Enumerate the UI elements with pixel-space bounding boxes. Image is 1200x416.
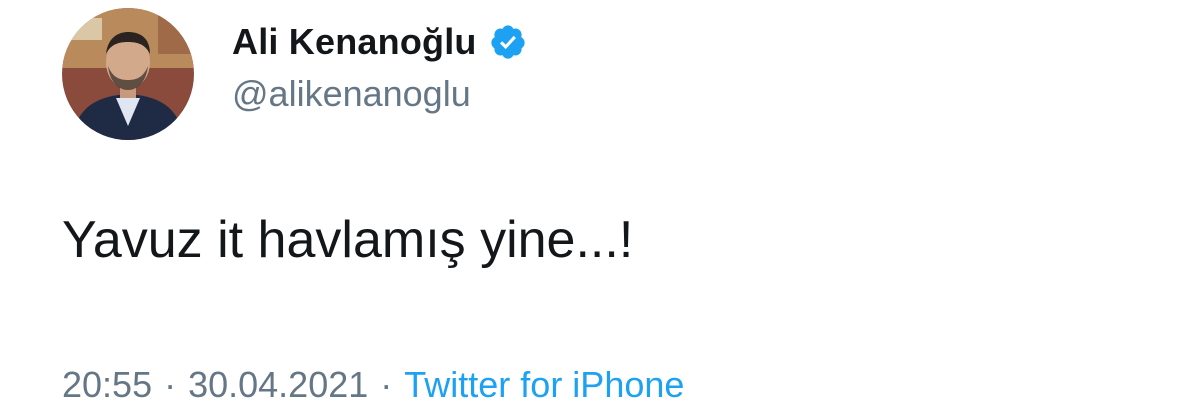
author-name-row[interactable]: Ali Kenanoğlu xyxy=(232,20,527,64)
tweet-text: Yavuz it havlamış yine...! xyxy=(62,211,634,269)
author-handle[interactable]: @alikenanoglu xyxy=(232,72,471,116)
tweet-date[interactable]: 30.04.2021 xyxy=(188,362,368,408)
verified-badge-icon xyxy=(489,23,527,61)
display-name[interactable]: Ali Kenanoğlu xyxy=(232,20,477,64)
tweet-card: Ali Kenanoğlu @alikenanoglu Yavuz it hav… xyxy=(0,0,1200,416)
tweet-source-link[interactable]: Twitter for iPhone xyxy=(404,362,684,408)
tweet-meta: 20:55 · 30.04.2021 · Twitter for iPhone xyxy=(62,362,684,408)
meta-separator: · xyxy=(164,364,177,405)
tweet-time[interactable]: 20:55 xyxy=(62,362,152,408)
avatar-image xyxy=(62,8,194,140)
meta-separator: · xyxy=(380,364,393,405)
avatar[interactable] xyxy=(62,8,194,140)
